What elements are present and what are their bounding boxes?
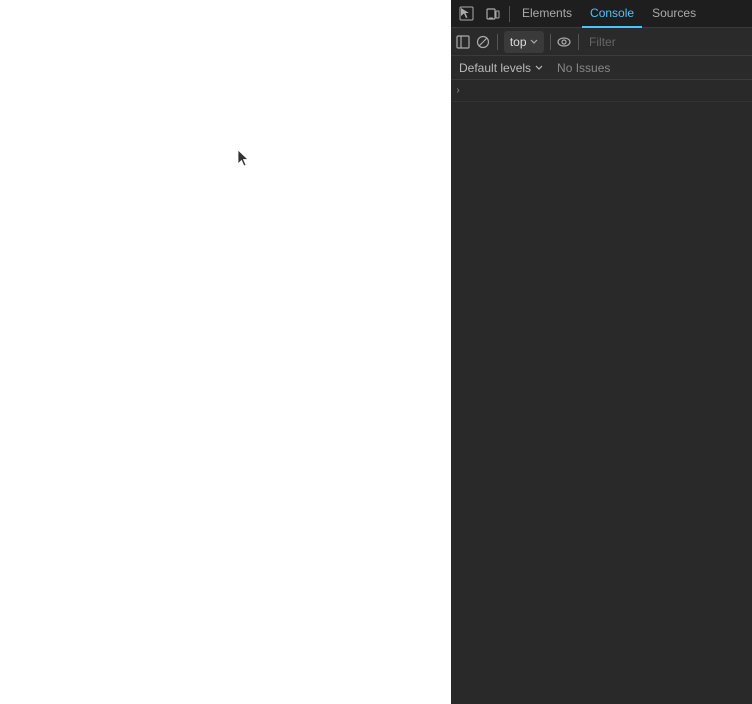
- console-output[interactable]: ›: [451, 80, 752, 704]
- tab-sources[interactable]: Sources: [644, 0, 704, 28]
- default-levels-button[interactable]: Default levels: [459, 61, 543, 75]
- tab-elements[interactable]: Elements: [514, 0, 580, 28]
- devtools-panel: Elements Console Sources top: [451, 0, 752, 704]
- elements-tab-label: Elements: [522, 6, 572, 20]
- console-row: ›: [451, 82, 752, 102]
- devtools-tab-bar: Elements Console Sources: [451, 0, 752, 28]
- inspect-icon[interactable]: [455, 2, 479, 26]
- levels-chevron-icon: [535, 65, 543, 71]
- tab-separator-1: [509, 6, 510, 22]
- top-frame-label: top: [510, 35, 527, 49]
- console-chevron-icon[interactable]: ›: [455, 86, 461, 97]
- sidebar-toggle-button[interactable]: [455, 31, 471, 53]
- sources-tab-label: Sources: [652, 6, 696, 20]
- top-frame-chevron-icon: [530, 39, 538, 45]
- cursor-icon: [238, 150, 252, 170]
- top-frame-selector[interactable]: top: [504, 31, 544, 53]
- device-emulation-icon[interactable]: [481, 2, 505, 26]
- browser-page: [0, 0, 451, 704]
- console-levels-bar: Default levels No Issues: [451, 56, 752, 80]
- default-levels-label: Default levels: [459, 61, 531, 75]
- no-issues-label: No Issues: [557, 61, 610, 75]
- toolbar-separator-2: [550, 34, 551, 50]
- watch-expressions-button[interactable]: [556, 31, 572, 53]
- filter-input[interactable]: [585, 33, 748, 51]
- console-tab-label: Console: [590, 6, 634, 20]
- toolbar-separator-3: [578, 34, 579, 50]
- clear-console-button[interactable]: [475, 31, 491, 53]
- toolbar-separator-1: [497, 34, 498, 50]
- console-toolbar: top: [451, 28, 752, 56]
- tab-console[interactable]: Console: [582, 0, 642, 28]
